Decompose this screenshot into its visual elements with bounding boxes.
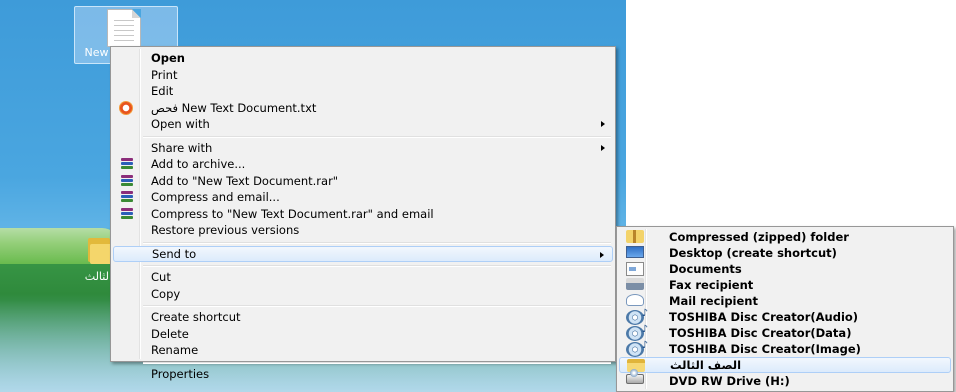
menu-item-label: Compress and email... [151, 190, 280, 204]
menu-item-compress-and-email[interactable]: Compress and email... [113, 189, 613, 206]
menu-item-label: Rename [151, 343, 199, 357]
menu-item-label: DVD RW Drive (H:) [669, 374, 790, 388]
menu-item-label: TOSHIBA Disc Creator(Image) [669, 342, 861, 356]
sendto-item-toshiba-data[interactable]: TOSHIBA Disc Creator(Data) [619, 322, 951, 341]
menu-item-label: Desktop (create shortcut) [669, 246, 837, 260]
sendto-item-toshiba-audio[interactable]: TOSHIBA Disc Creator(Audio) [619, 306, 951, 325]
context-menu: Open Print Edit فحص New Text Document.tx… [110, 46, 616, 381]
sendto-item-dvd-drive[interactable]: DVD RW Drive (H:) [619, 369, 951, 389]
menu-item-edit[interactable]: Edit [113, 83, 613, 100]
menu-item-copy[interactable]: Copy [113, 286, 613, 303]
sendto-item-mail-recipient[interactable]: Mail recipient [619, 293, 951, 309]
menu-item-label: Properties [151, 366, 210, 381]
menu-separator [113, 262, 613, 269]
menu-item-share-with[interactable]: Share with [113, 140, 613, 157]
menu-item-restore-previous-versions[interactable]: Restore previous versions [113, 222, 613, 239]
antivirus-scan-icon [119, 100, 133, 115]
menu-item-label: Fax recipient [669, 278, 754, 292]
sendto-item-fax-recipient[interactable]: Fax recipient [619, 277, 951, 293]
menu-item-label: فحص New Text Document.txt [151, 100, 317, 115]
menu-item-label: Delete [151, 326, 189, 341]
menu-item-label: Send to [152, 246, 197, 261]
menu-item-label: Print [151, 67, 178, 82]
submenu-arrow-icon [601, 121, 605, 127]
submenu-arrow-icon [600, 251, 604, 258]
menu-item-antivirus-scan[interactable]: فحص New Text Document.txt [113, 100, 613, 117]
menu-separator [113, 359, 613, 366]
sendto-item-documents[interactable]: Documents [619, 261, 951, 277]
menu-separator [113, 239, 613, 246]
text-file-icon [107, 9, 141, 47]
menu-separator [113, 133, 613, 140]
folder-icon[interactable] [88, 234, 112, 264]
documents-icon [626, 262, 644, 276]
menu-item-add-to-rar[interactable]: Add to "New Text Document.rar" [113, 173, 613, 190]
menu-item-label: Open with [151, 117, 210, 131]
menu-item-label: TOSHIBA Disc Creator(Data) [669, 326, 852, 340]
winrar-icon [119, 157, 135, 171]
sendto-item-desktop-shortcut[interactable]: Desktop (create shortcut) [619, 245, 951, 261]
menu-item-label: Add to archive... [151, 157, 246, 171]
menu-item-open-with[interactable]: Open with [113, 116, 613, 133]
menu-item-open[interactable]: Open [113, 50, 613, 67]
menu-item-properties[interactable]: Properties [113, 366, 613, 383]
menu-item-label: Edit [151, 84, 174, 98]
menu-item-label: Documents [669, 262, 742, 276]
menu-item-label: Create shortcut [151, 310, 241, 324]
folder-caption: الثالث [84, 270, 112, 283]
menu-item-delete[interactable]: Delete [113, 326, 613, 343]
menu-separator [113, 302, 613, 309]
sendto-item-compressed-folder[interactable]: Compressed (zipped) folder [619, 229, 951, 245]
sendto-item-toshiba-image[interactable]: TOSHIBA Disc Creator(Image) [619, 338, 951, 357]
fax-icon [626, 278, 644, 290]
menu-item-compress-to-rar-and-email[interactable]: Compress to "New Text Document.rar" and … [113, 206, 613, 223]
menu-item-print[interactable]: Print [113, 67, 613, 84]
menu-item-cut[interactable]: Cut [113, 269, 613, 286]
disc-creator-icon [626, 338, 648, 357]
menu-item-label: الصف الثالث [670, 358, 742, 372]
menu-item-create-shortcut[interactable]: Create shortcut [113, 309, 613, 326]
menu-item-add-to-archive[interactable]: Add to archive... [113, 156, 613, 173]
menu-item-send-to[interactable]: Send to [113, 245, 613, 262]
menu-item-label: Add to "New Text Document.rar" [151, 173, 339, 188]
winrar-icon [119, 190, 135, 204]
menu-item-label: Restore previous versions [151, 223, 300, 237]
send-to-submenu: Compressed (zipped) folder Desktop (crea… [616, 226, 954, 392]
submenu-arrow-icon [601, 144, 605, 151]
menu-item-label: Cut [151, 270, 171, 284]
menu-item-label: Compressed (zipped) folder [669, 230, 849, 244]
menu-item-label: Copy [151, 286, 181, 301]
desktop-icon [626, 246, 644, 258]
menu-item-rename[interactable]: Rename [113, 342, 613, 359]
winrar-icon [119, 207, 135, 221]
menu-item-label: Share with [151, 140, 213, 155]
mail-icon [626, 294, 644, 306]
sendto-item-folder-third-grade[interactable]: الصف الثالث [619, 357, 951, 373]
menu-item-label: Compress to "New Text Document.rar" and … [151, 206, 434, 221]
menu-item-label: TOSHIBA Disc Creator(Audio) [669, 310, 859, 324]
winrar-icon [119, 174, 135, 188]
menu-item-label: Mail recipient [669, 294, 758, 308]
dvd-drive-icon [626, 369, 644, 384]
zip-folder-icon [626, 230, 644, 243]
menu-item-label: Open [151, 51, 185, 65]
